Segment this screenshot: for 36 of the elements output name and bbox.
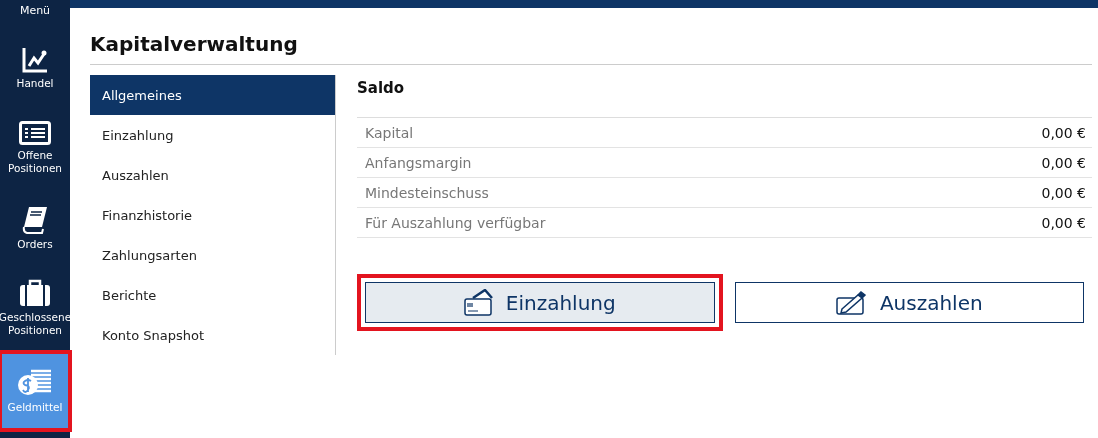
nav-item[interactable]: Finanzhistorie <box>90 195 335 235</box>
page-title: Kapitalverwaltung <box>90 32 1092 65</box>
sidebar-item-label: Orders <box>16 237 54 251</box>
nav-item[interactable]: Berichte <box>90 275 335 315</box>
sidebar-item-label: Geschlossene Positionen <box>0 311 72 337</box>
line-chart-icon <box>22 46 48 73</box>
sidebar-item-label: Offene Positionen <box>7 149 63 175</box>
action-button[interactable]: Auszahlen <box>734 282 1084 323</box>
sidebar-item-label: Handel <box>15 76 55 90</box>
briefcase-icon <box>19 279 51 307</box>
nav-item[interactable]: Zahlungsarten <box>90 235 335 275</box>
balance-value: 0,00 € <box>1041 124 1086 141</box>
balance-value: 0,00 € <box>1041 184 1086 201</box>
balance-label: Kapital <box>365 124 414 141</box>
sidebar-item[interactable]: Offene Positionen <box>0 108 70 188</box>
balance-label: Anfangsmargin <box>365 154 472 171</box>
nav-item[interactable]: Einzahlung <box>90 115 335 155</box>
nav-item[interactable]: Konto Snapshot <box>90 315 335 355</box>
nav-item[interactable]: Auszahlen <box>90 155 335 195</box>
sidebar-item[interactable]: Handel <box>0 28 70 108</box>
list-icon <box>19 121 51 145</box>
balance-label: Für Auszahlung verfügbar <box>365 214 546 231</box>
book-icon <box>22 205 48 234</box>
balance-label: Mindesteinschuss <box>365 184 489 201</box>
sidebar-item[interactable]: Geschlossene Positionen <box>0 268 70 348</box>
menu-label[interactable]: Menü <box>0 4 70 28</box>
nav-item[interactable]: Allgemeines <box>90 75 335 115</box>
sidebar-item-label: Geldmittel <box>6 400 64 414</box>
action-button[interactable]: Einzahlung <box>365 282 715 323</box>
cheque-pen-icon <box>835 290 868 315</box>
credit-card-icon <box>463 288 494 317</box>
balance-value: 0,00 € <box>1041 214 1086 231</box>
section-title: Saldo <box>357 79 406 99</box>
sidebar-item[interactable]: Orders <box>0 188 70 268</box>
balance-value: 0,00 € <box>1041 154 1086 171</box>
coin-stack-icon <box>17 368 53 397</box>
